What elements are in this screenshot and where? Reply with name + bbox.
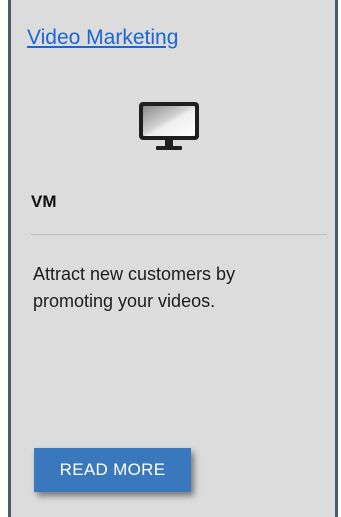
service-card: Video Marketing VM Attract new customers… <box>8 0 338 517</box>
card-description: Attract new customers by promoting your … <box>33 264 236 311</box>
video-marketing-link[interactable]: Video Marketing <box>27 26 178 50</box>
monitor-icon <box>137 100 201 154</box>
read-more-button[interactable]: READ MORE <box>34 448 191 492</box>
card-code: VM <box>31 192 57 211</box>
divider <box>31 234 327 235</box>
